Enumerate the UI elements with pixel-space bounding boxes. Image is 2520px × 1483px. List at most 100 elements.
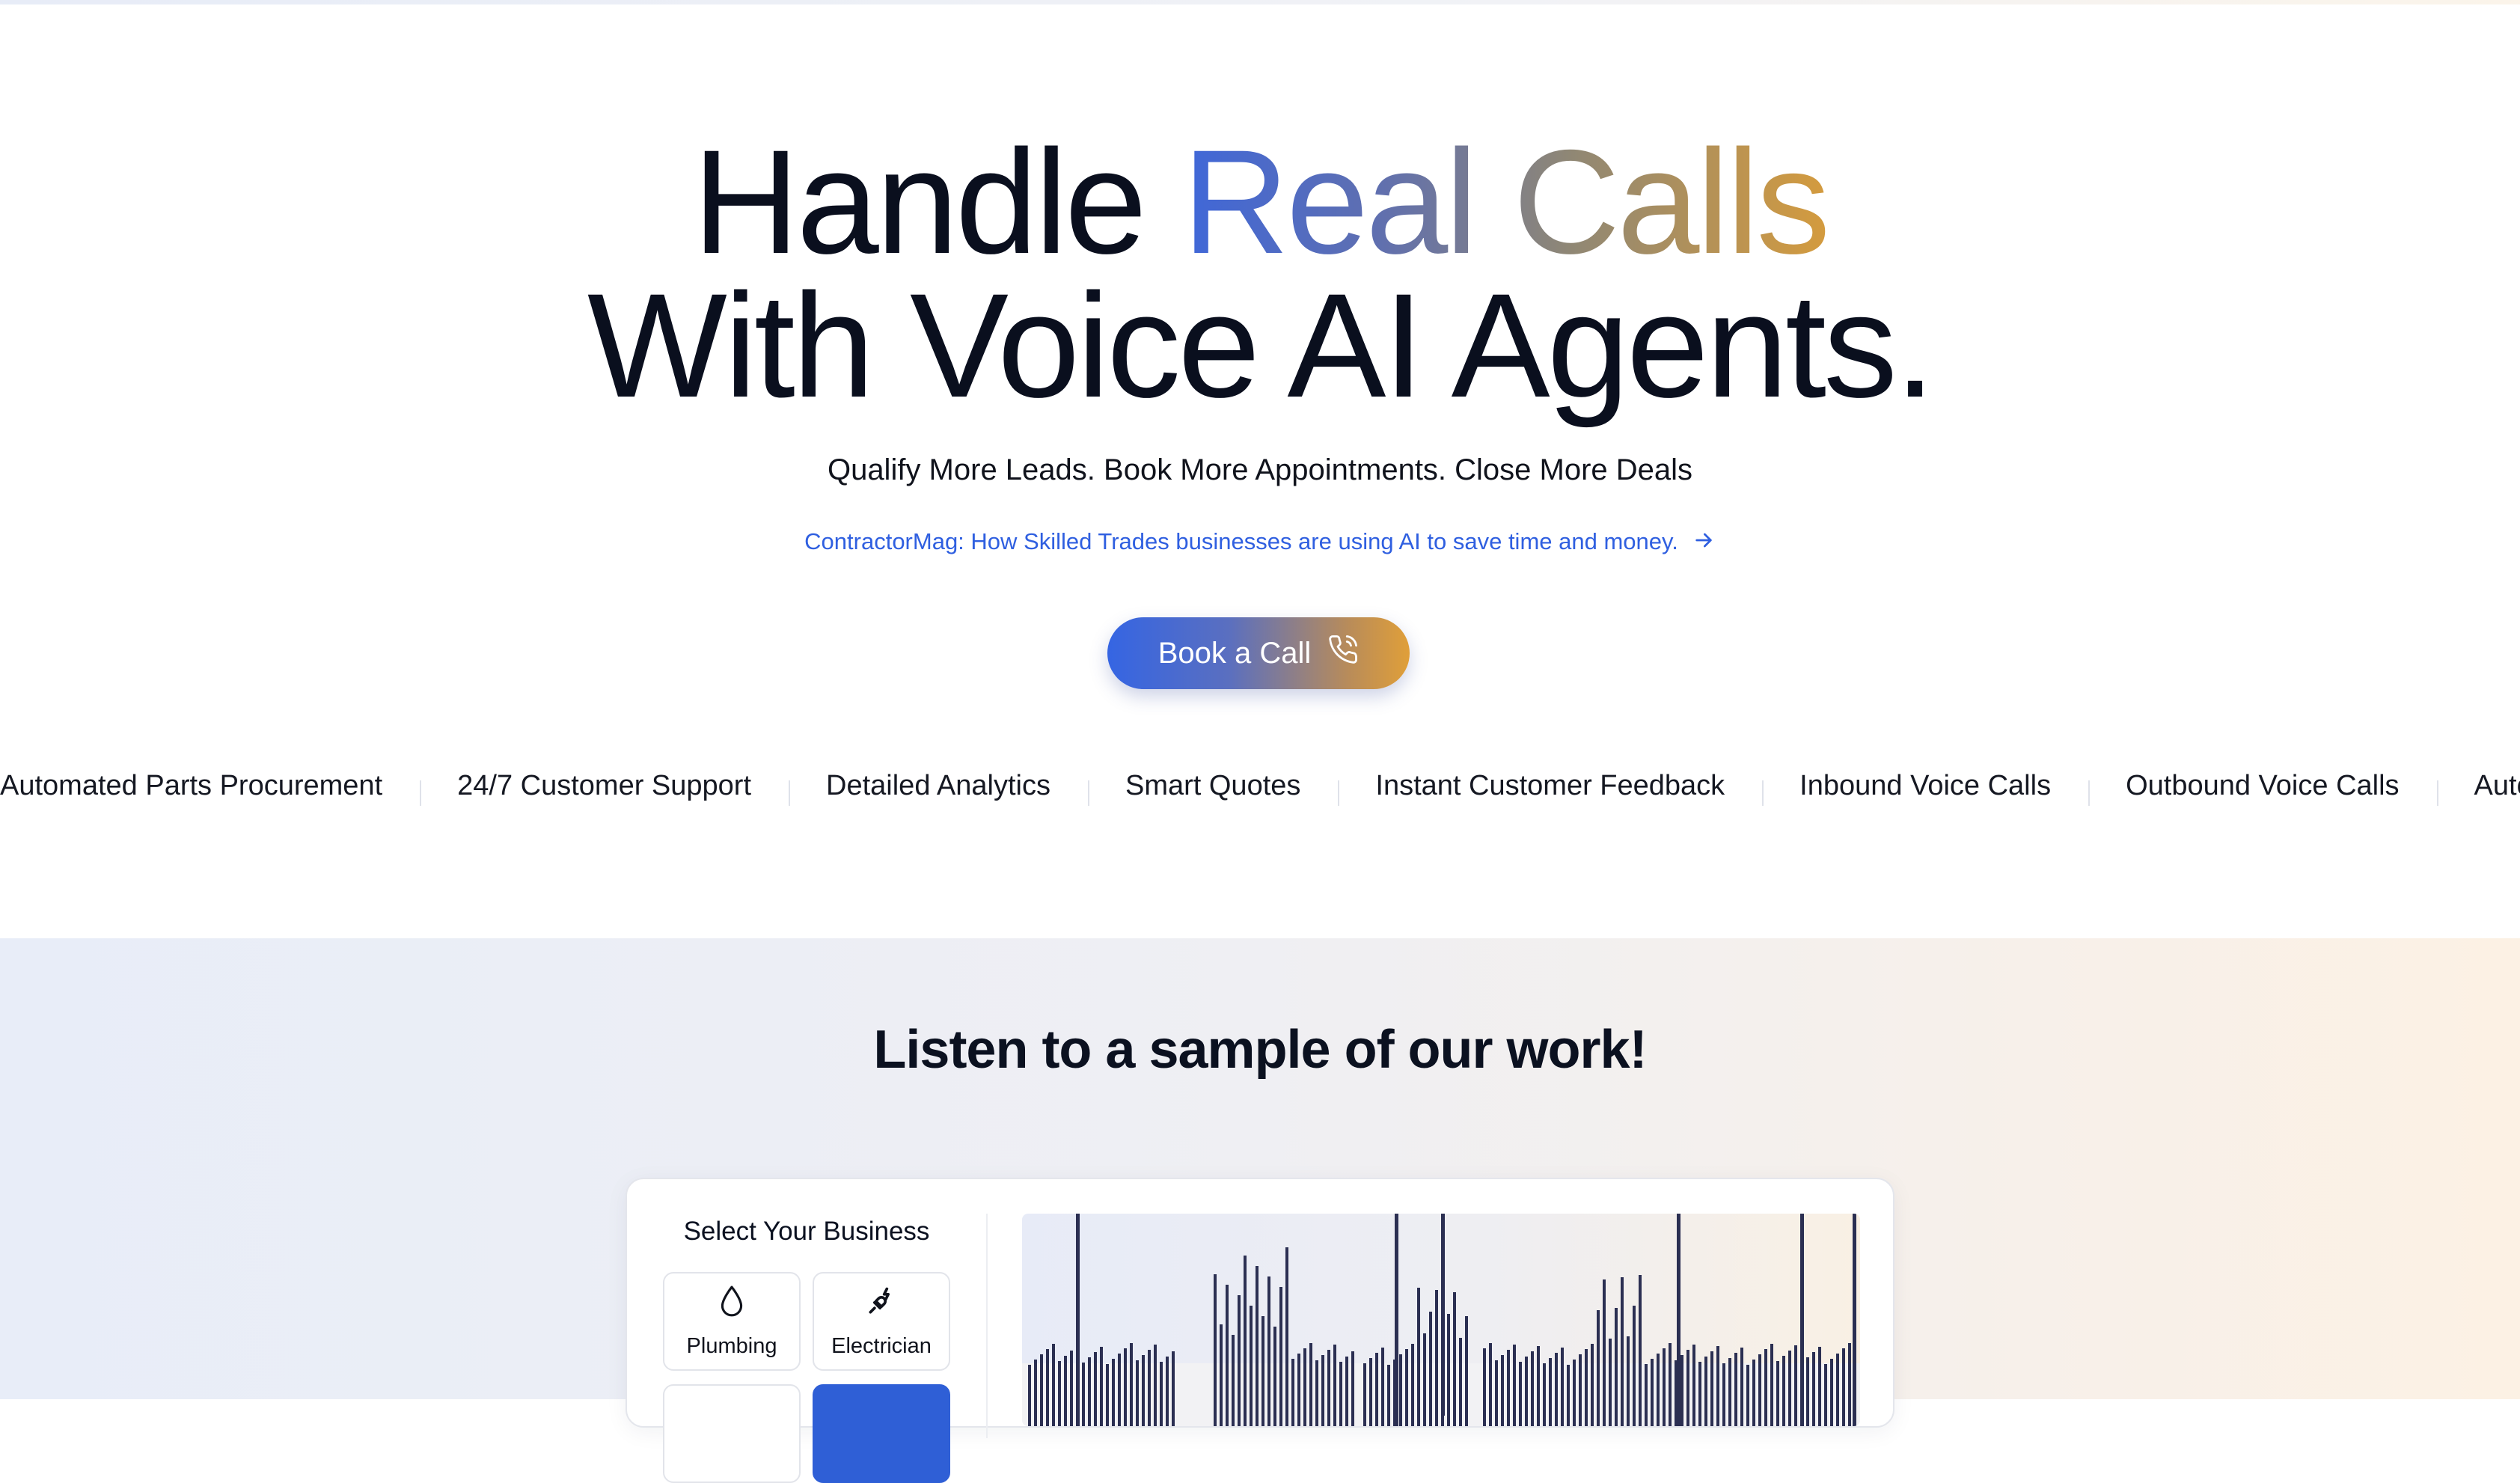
business-label: Electrician: [831, 1333, 932, 1358]
waveform-bar: [1692, 1345, 1695, 1426]
waveform-bar: [1794, 1345, 1797, 1426]
waveform-bar: [1788, 1351, 1791, 1426]
waveform-bar: [1261, 1316, 1264, 1426]
waveform-bar: [1130, 1343, 1133, 1426]
waveform-bar: [1106, 1364, 1109, 1426]
headline-line-1: Handle Real Calls: [0, 128, 2520, 276]
waveform-bar: [1046, 1349, 1049, 1426]
waveform-bar: [1489, 1343, 1492, 1426]
waveform-bar: [1399, 1354, 1402, 1426]
waveform-bar: [1094, 1352, 1097, 1426]
waveform-bar: [1579, 1354, 1582, 1426]
waveform-bar: [1064, 1356, 1067, 1426]
news-link-text: ContractorMag: How Skilled Trades busine…: [804, 528, 1678, 555]
headline-line-2: With Voice AI Agents.: [587, 263, 1936, 428]
waveform-bar: [1818, 1347, 1821, 1426]
waveform-bar: [1501, 1355, 1504, 1426]
phone-call-icon: [1327, 634, 1359, 673]
waveform-bar: [1680, 1355, 1683, 1426]
waveform-bar: [1734, 1353, 1737, 1426]
waveform-bar: [1639, 1275, 1642, 1426]
waveform-bar: [1848, 1343, 1851, 1426]
waveform-bar: [1154, 1345, 1157, 1426]
waveform-bar: [1375, 1353, 1378, 1426]
waveform-bar: [1645, 1364, 1648, 1426]
waveform-bar: [1531, 1351, 1534, 1426]
waveform-bar: [1417, 1288, 1420, 1426]
waveform-bar: [1519, 1362, 1522, 1426]
waveform-bar: [1124, 1348, 1127, 1426]
waveform-bars: [1028, 1214, 1856, 1426]
hero-section: Handle Real Calls With Voice AI Agents. …: [0, 4, 2520, 938]
waveform-bar: [1052, 1344, 1055, 1426]
audio-waveform[interactable]: [1022, 1214, 1860, 1426]
waveform-bar: [1836, 1354, 1839, 1426]
waveform-bar: [1387, 1365, 1390, 1426]
waveform-bar: [1118, 1354, 1121, 1426]
waveform-bar: [1381, 1348, 1384, 1426]
waveform-bar: [1686, 1350, 1689, 1426]
waveform-bar: [1465, 1316, 1468, 1426]
book-a-call-label: Book a Call: [1157, 636, 1312, 670]
waveform-bar: [1609, 1339, 1612, 1426]
waveform-bar: [1172, 1351, 1175, 1426]
waveform-bar: [1483, 1348, 1486, 1426]
waveform-bar: [1369, 1358, 1372, 1426]
waveform-bar: [1627, 1336, 1630, 1426]
feature-item: Detailed Analytics: [789, 770, 1088, 806]
arrow-right-icon: [1692, 528, 1716, 558]
waveform-bar: [1669, 1343, 1672, 1426]
waveform-bar: [1250, 1306, 1253, 1426]
waveform-bar: [1812, 1352, 1815, 1426]
waveform-bar: [1585, 1349, 1588, 1426]
waveform-bar: [1704, 1357, 1707, 1426]
waveform-bar: [1429, 1312, 1432, 1426]
waveform-bar: [1303, 1348, 1306, 1426]
waveform-bar: [1728, 1358, 1731, 1426]
waveform-bar: [1597, 1310, 1600, 1426]
contractormag-article-link[interactable]: ContractorMag: How Skilled Trades busine…: [0, 528, 2520, 558]
waveform-bar: [1453, 1292, 1456, 1426]
waveform-bar: [1651, 1359, 1654, 1426]
waveform-bar: [1238, 1295, 1241, 1426]
waveform-bar: [1435, 1290, 1438, 1426]
book-a-call-button[interactable]: Book a Call: [1107, 617, 1410, 689]
waveform-bar: [1291, 1359, 1294, 1426]
droplet-icon: [718, 1285, 746, 1324]
waveform-bar: [1663, 1348, 1666, 1426]
waveform-bar: [1621, 1277, 1624, 1426]
electric-plug-icon: [865, 1285, 898, 1324]
waveform-bar: [1273, 1327, 1276, 1426]
feature-item: Smart Quotes: [1087, 770, 1338, 806]
hero-subheadline: Qualify More Leads. Book More Appointmen…: [827, 453, 1693, 486]
waveform-bar: [1345, 1357, 1348, 1426]
waveform-bar: [1028, 1365, 1031, 1426]
waveform-bar: [1058, 1361, 1061, 1426]
business-electrician-button[interactable]: Electrician: [813, 1272, 950, 1371]
waveform-bar: [1555, 1353, 1558, 1426]
feature-item: Inbound Voice Calls: [1762, 770, 2088, 806]
sample-section: Listen to a sample of our work! Select Y…: [0, 938, 2520, 1483]
waveform-bar: [1160, 1362, 1163, 1426]
waveform-bar: [1279, 1287, 1282, 1426]
waveform-bar: [1615, 1308, 1618, 1426]
waveform-bar: [1710, 1351, 1713, 1426]
waveform-bar: [1297, 1354, 1300, 1426]
waveform-bar: [1315, 1360, 1318, 1426]
waveform-bar: [1148, 1350, 1151, 1426]
business-plumbing-button[interactable]: Plumbing: [663, 1272, 801, 1371]
waveform-bar: [1034, 1360, 1037, 1426]
waveform-peak-bar: [1076, 1214, 1080, 1426]
waveform-bar: [1657, 1354, 1660, 1426]
waveform-bar: [1244, 1256, 1247, 1426]
headline-highlight: Real Calls: [1182, 119, 1830, 284]
waveform-bar: [1776, 1361, 1779, 1426]
waveform-bar: [1549, 1358, 1552, 1426]
feature-track: Automated Parts Procurement 24/7 Custome…: [0, 763, 2520, 808]
waveform-bar: [1698, 1362, 1701, 1426]
waveform-bar: [1285, 1247, 1288, 1426]
demo-card: Select Your Business Plumbing Electricia…: [626, 1178, 1894, 1483]
waveform-bar: [1722, 1363, 1725, 1426]
waveform-bar: [1405, 1349, 1408, 1426]
waveform-bar: [1716, 1346, 1719, 1426]
